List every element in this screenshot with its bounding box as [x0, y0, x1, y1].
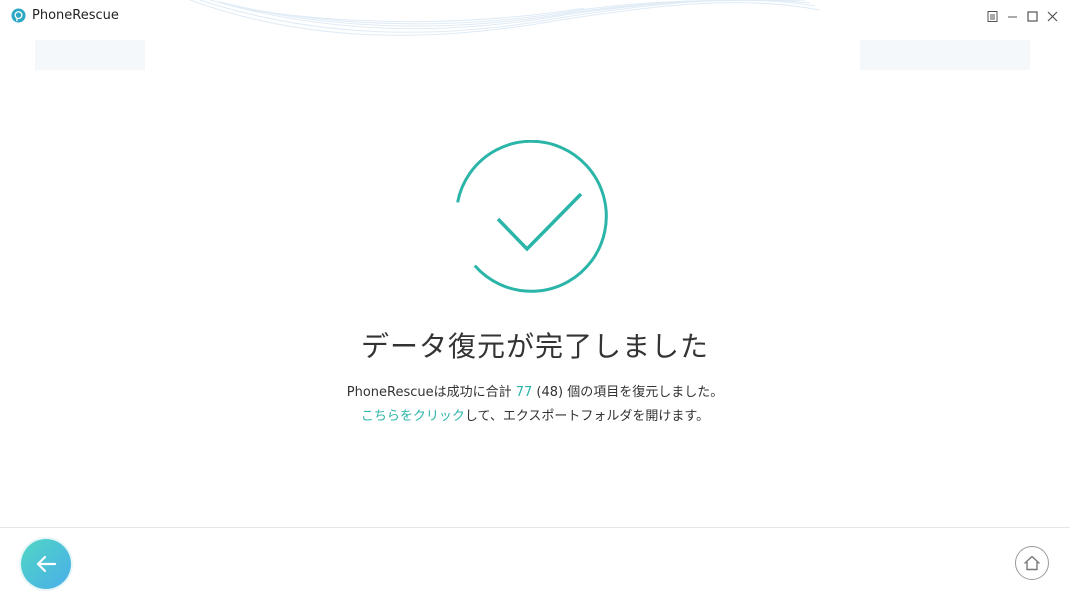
footer-divider — [0, 527, 1070, 528]
open-export-folder-link[interactable]: こちらをクリック — [361, 409, 465, 424]
arrow-left-icon — [36, 555, 57, 573]
link-suffix: して、エクスポートフォルダを開けます。 — [464, 409, 710, 424]
summary-middle: (48) 個の項目を復元しました。 — [532, 385, 724, 400]
phonerescue-window: PhoneRescue データ復元が完了しました PhoneRescueは成功に… — [0, 0, 1070, 600]
success-check-icon — [456, 140, 608, 293]
summary-prefix: PhoneRescueは成功に合計 — [346, 385, 516, 400]
main-content: データ復元が完了しました PhoneRescueは成功に合計 77 (48) 個… — [0, 0, 1070, 527]
result-summary: PhoneRescueは成功に合計 77 (48) 個の項目を復元しました。 — [0, 384, 1070, 402]
home-icon — [1024, 555, 1040, 571]
total-count: 77 — [515, 385, 533, 400]
back-button[interactable] — [21, 539, 71, 589]
export-folder-hint: こちらをクリックして、エクスポートフォルダを開けます。 — [0, 408, 1070, 426]
home-button[interactable] — [1015, 546, 1049, 580]
result-title: データ復元が完了しました — [360, 330, 709, 363]
